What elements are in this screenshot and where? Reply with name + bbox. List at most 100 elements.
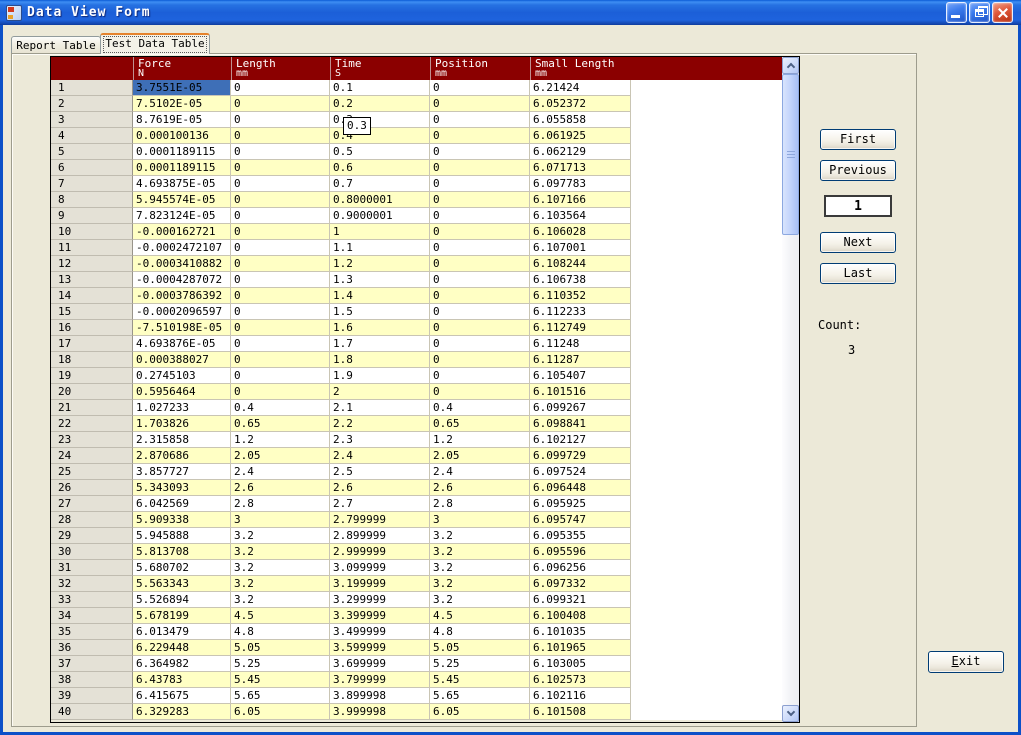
- table-cell[interactable]: 6.055858: [530, 112, 631, 128]
- scroll-down-button[interactable]: [782, 705, 799, 722]
- table-cell[interactable]: 3.2: [231, 576, 330, 592]
- table-cell[interactable]: 4.5: [430, 608, 530, 624]
- table-cell[interactable]: 1.3: [330, 272, 430, 288]
- table-cell[interactable]: 5.526894: [133, 592, 231, 608]
- table-cell[interactable]: 1.7: [330, 336, 430, 352]
- table-cell[interactable]: 0: [231, 352, 330, 368]
- table-cell[interactable]: 0: [231, 288, 330, 304]
- table-cell[interactable]: 0: [231, 112, 330, 128]
- table-cell[interactable]: 6.21424: [530, 80, 631, 96]
- table-cell[interactable]: 0: [430, 192, 530, 208]
- column-header-time[interactable]: TimeS: [330, 57, 430, 80]
- table-cell[interactable]: 0.2745103: [133, 368, 231, 384]
- table-cell[interactable]: 3.2: [231, 592, 330, 608]
- table-cell[interactable]: 5.05: [231, 640, 330, 656]
- table-cell[interactable]: 6.098841: [530, 416, 631, 432]
- table-cell[interactable]: 0: [430, 208, 530, 224]
- table-cell[interactable]: 6.11248: [530, 336, 631, 352]
- table-cell[interactable]: 0: [430, 256, 530, 272]
- table-cell[interactable]: 7.823124E-05: [133, 208, 231, 224]
- table-cell[interactable]: 6.05: [231, 704, 330, 720]
- table-cell[interactable]: 2.999999: [330, 544, 430, 560]
- table-cell[interactable]: 0: [430, 384, 530, 400]
- table-cell[interactable]: 3.799999: [330, 672, 430, 688]
- row-number-cell[interactable]: 10: [51, 224, 133, 240]
- row-number-cell[interactable]: 12: [51, 256, 133, 272]
- table-cell[interactable]: 6.415675: [133, 688, 231, 704]
- table-cell[interactable]: 6.099321: [530, 592, 631, 608]
- table-cell[interactable]: 0: [231, 304, 330, 320]
- table-cell[interactable]: 2.7: [330, 496, 430, 512]
- table-cell[interactable]: 0: [430, 272, 530, 288]
- table-cell[interactable]: 6.11287: [530, 352, 631, 368]
- table-cell[interactable]: 0: [231, 368, 330, 384]
- table-cell[interactable]: 0.5956464: [133, 384, 231, 400]
- table-cell[interactable]: 3.2: [430, 576, 530, 592]
- table-cell[interactable]: 5.45: [430, 672, 530, 688]
- table-cell[interactable]: 6.052372: [530, 96, 631, 112]
- table-cell[interactable]: 0: [430, 320, 530, 336]
- table-cell[interactable]: 1.2: [430, 432, 530, 448]
- table-cell[interactable]: 0: [430, 368, 530, 384]
- table-cell[interactable]: 3.699999: [330, 656, 430, 672]
- table-cell[interactable]: 5.45: [231, 672, 330, 688]
- table-cell[interactable]: 2.4: [330, 448, 430, 464]
- table-cell[interactable]: 6.106738: [530, 272, 631, 288]
- table-cell[interactable]: 6.095355: [530, 528, 631, 544]
- table-cell[interactable]: 0: [231, 336, 330, 352]
- row-number-cell[interactable]: 19: [51, 368, 133, 384]
- table-cell[interactable]: 0: [231, 80, 330, 96]
- table-cell[interactable]: 0.6: [330, 160, 430, 176]
- table-cell[interactable]: 0.65: [430, 416, 530, 432]
- table-cell[interactable]: 5.343093: [133, 480, 231, 496]
- table-cell[interactable]: 3.599999: [330, 640, 430, 656]
- table-cell[interactable]: 0.0001189115: [133, 144, 231, 160]
- table-cell[interactable]: 6.096256: [530, 560, 631, 576]
- table-cell[interactable]: 8.7619E-05: [133, 112, 231, 128]
- table-cell[interactable]: 5.05: [430, 640, 530, 656]
- table-cell[interactable]: 5.813708: [133, 544, 231, 560]
- table-cell[interactable]: 0.4: [430, 400, 530, 416]
- table-cell[interactable]: 2.4: [231, 464, 330, 480]
- table-cell[interactable]: 6.101508: [530, 704, 631, 720]
- row-number-cell[interactable]: 31: [51, 560, 133, 576]
- table-cell[interactable]: 0: [430, 352, 530, 368]
- table-cell[interactable]: 2.5: [330, 464, 430, 480]
- row-number-cell[interactable]: 28: [51, 512, 133, 528]
- table-cell[interactable]: 0.1: [330, 80, 430, 96]
- table-cell[interactable]: 0: [430, 112, 530, 128]
- table-cell[interactable]: 0: [231, 384, 330, 400]
- row-number-cell[interactable]: 7: [51, 176, 133, 192]
- table-cell[interactable]: 2.05: [430, 448, 530, 464]
- table-cell[interactable]: 5.65: [430, 688, 530, 704]
- table-cell[interactable]: 2.2: [330, 416, 430, 432]
- table-cell[interactable]: 6.042569: [133, 496, 231, 512]
- row-number-cell[interactable]: 9: [51, 208, 133, 224]
- scroll-up-button[interactable]: [782, 57, 799, 74]
- table-cell[interactable]: 1.4: [330, 288, 430, 304]
- table-cell[interactable]: 2.05: [231, 448, 330, 464]
- tab-report-table[interactable]: Report Table: [11, 36, 101, 54]
- table-cell[interactable]: 2: [330, 384, 430, 400]
- table-cell[interactable]: -0.0002472107: [133, 240, 231, 256]
- table-cell[interactable]: 3.2: [430, 544, 530, 560]
- table-cell[interactable]: 3.899998: [330, 688, 430, 704]
- table-cell[interactable]: 0: [430, 336, 530, 352]
- table-cell[interactable]: 6.097783: [530, 176, 631, 192]
- row-number-cell[interactable]: 11: [51, 240, 133, 256]
- table-cell[interactable]: 6.43783: [133, 672, 231, 688]
- table-cell[interactable]: 1.5: [330, 304, 430, 320]
- table-cell[interactable]: 0: [231, 144, 330, 160]
- table-cell[interactable]: 6.101965: [530, 640, 631, 656]
- table-cell[interactable]: -0.0004287072: [133, 272, 231, 288]
- table-cell[interactable]: 0: [231, 208, 330, 224]
- table-cell[interactable]: 6.095925: [530, 496, 631, 512]
- row-number-cell[interactable]: 14: [51, 288, 133, 304]
- table-cell[interactable]: 5.945574E-05: [133, 192, 231, 208]
- table-cell[interactable]: 5.945888: [133, 528, 231, 544]
- table-cell[interactable]: 4.693876E-05: [133, 336, 231, 352]
- first-button[interactable]: First: [820, 129, 896, 150]
- row-number-cell[interactable]: 36: [51, 640, 133, 656]
- row-number-cell[interactable]: 40: [51, 704, 133, 720]
- table-cell[interactable]: 0: [430, 144, 530, 160]
